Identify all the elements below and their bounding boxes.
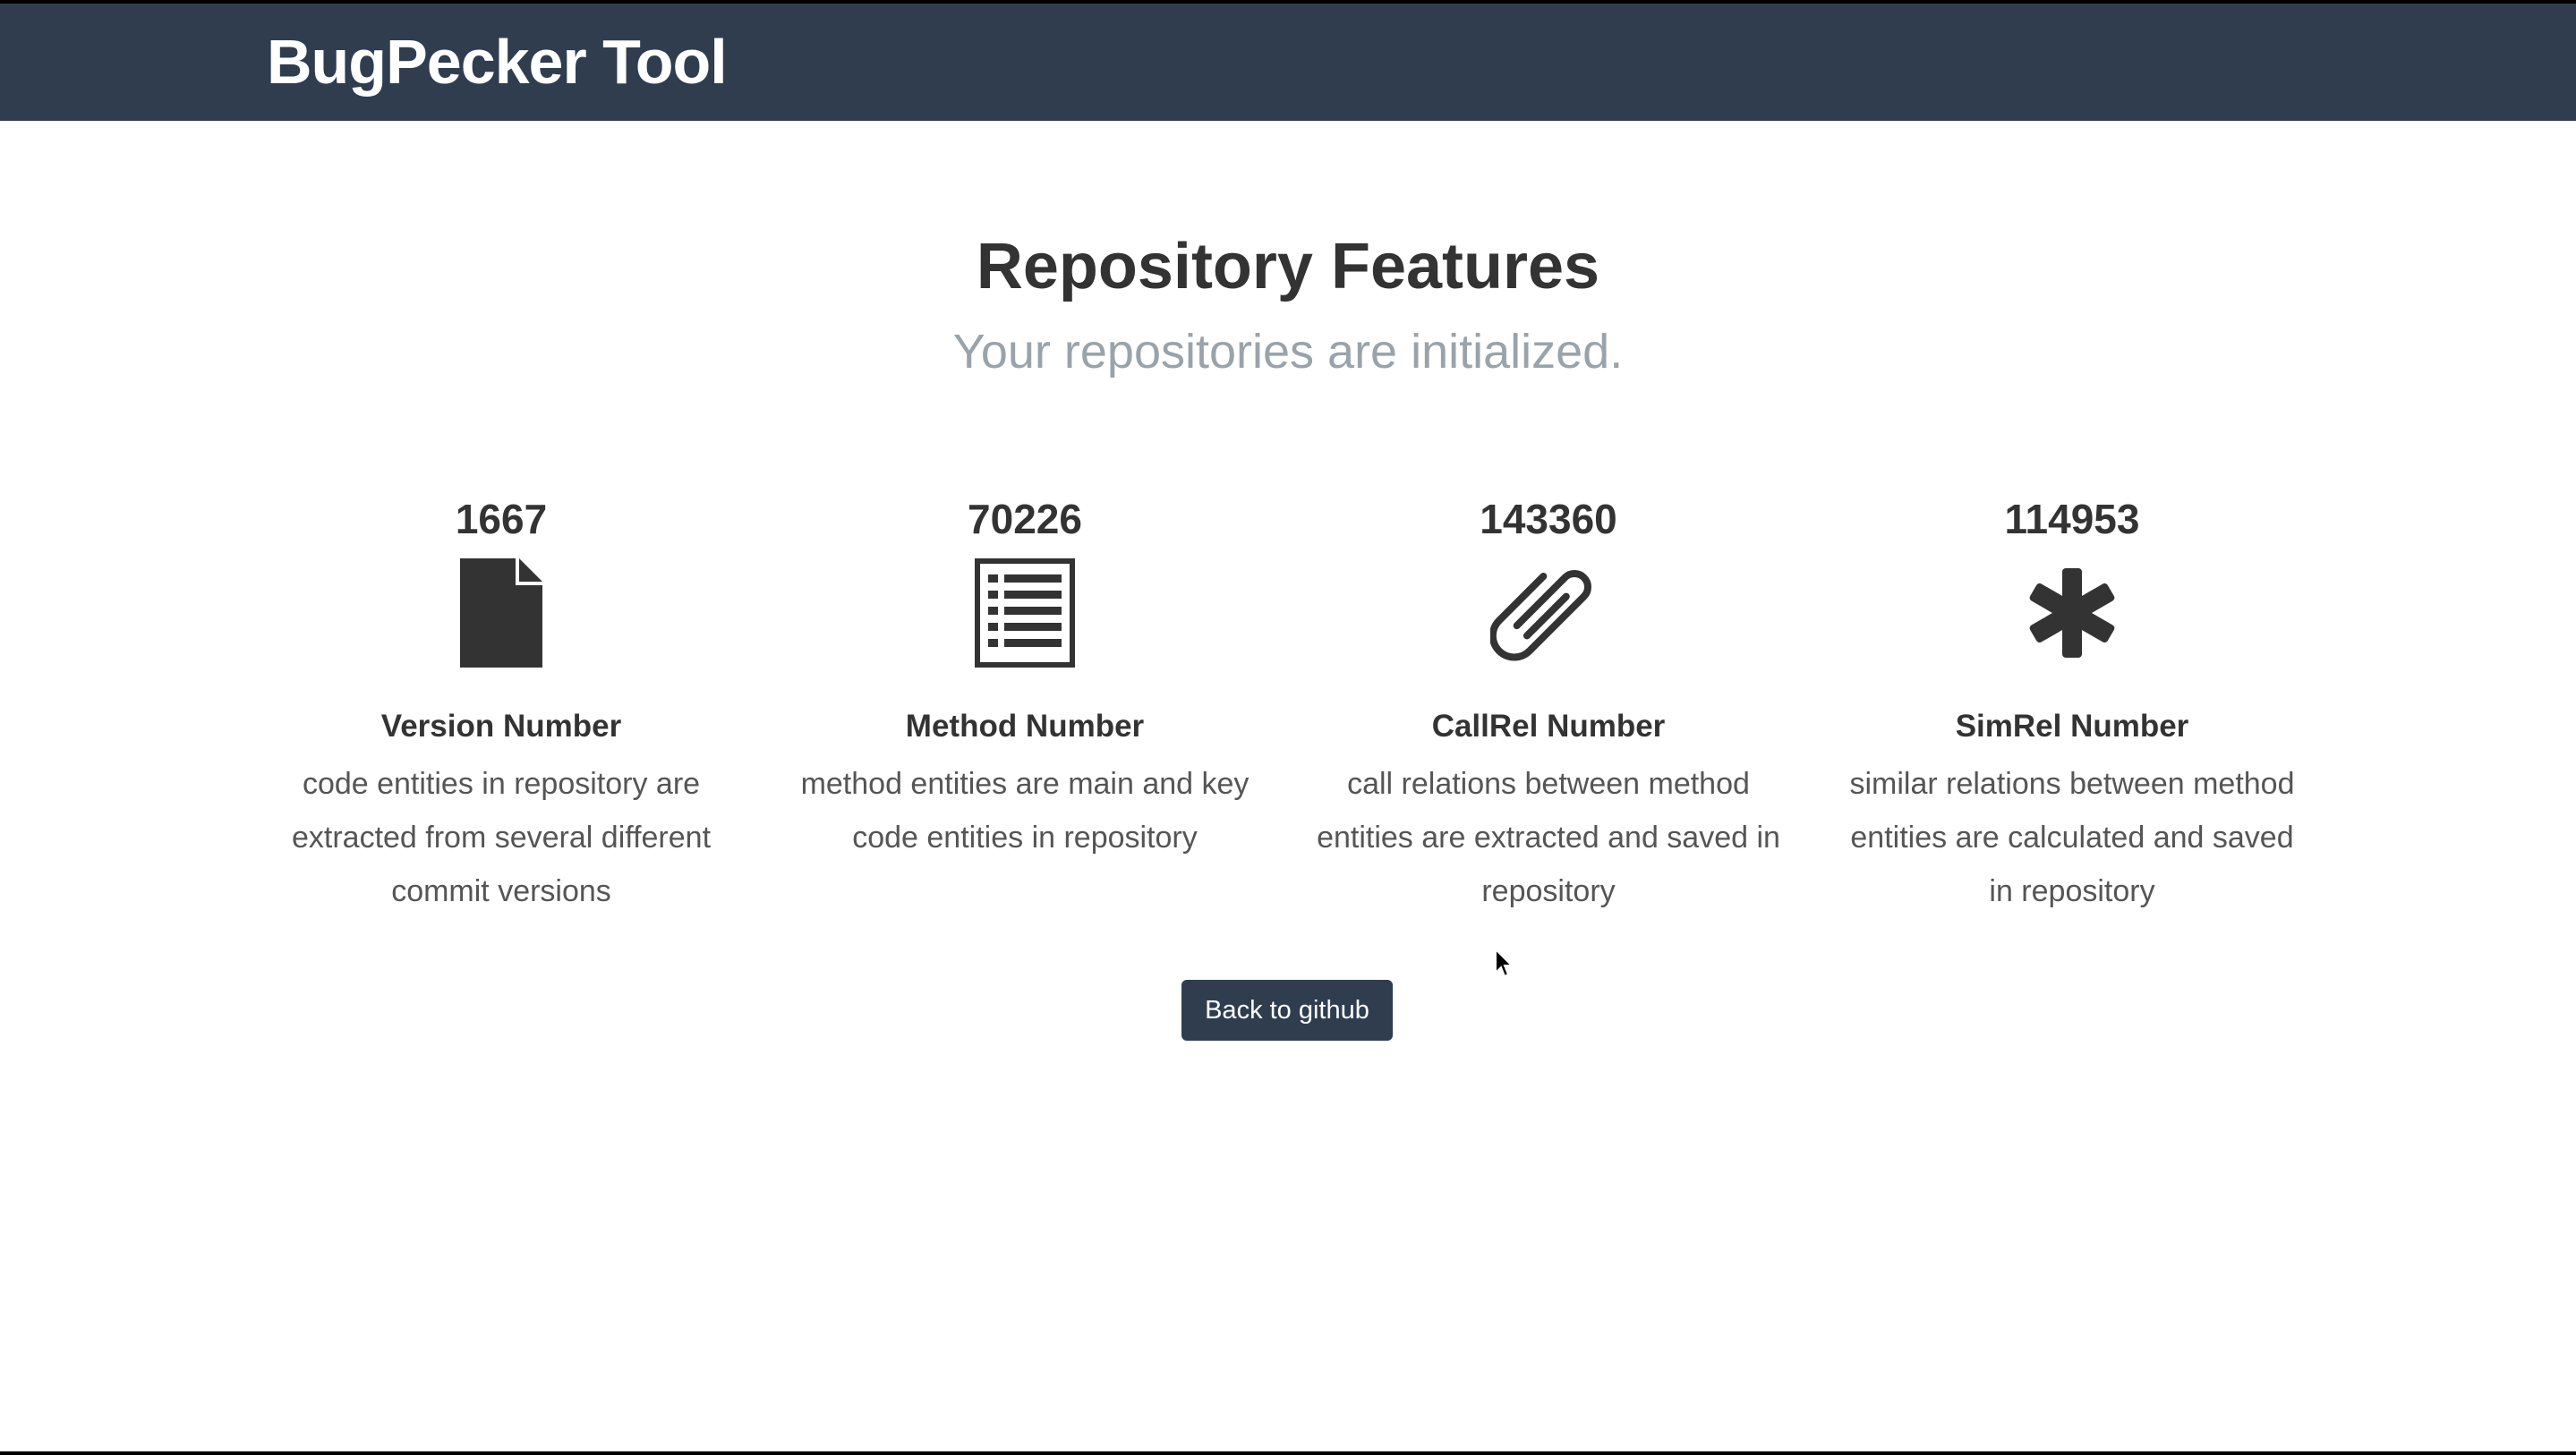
page-subtitle: Your repositories are initialized. <box>952 325 1624 379</box>
mouse-cursor-icon <box>1495 948 1514 978</box>
asterisk-icon <box>1830 557 2314 669</box>
feature-description: similar relations between method entitie… <box>1849 767 2295 908</box>
feature-callrel: 143360 CallRel Number call relations bet… <box>1307 494 1790 918</box>
feature-count: 1667 <box>455 496 548 542</box>
feature-simrel: 114953 SimRel Number similar relations b… <box>1830 494 2314 918</box>
feature-method: 70226 Method Number method entities are … <box>783 494 1267 864</box>
file-icon <box>260 557 743 669</box>
feature-title: CallRel Number <box>1431 709 1666 744</box>
feature-count: 114953 <box>2004 496 2140 542</box>
feature-title: Version Number <box>380 709 622 744</box>
page-title: Repository Features <box>976 231 1600 302</box>
back-to-github-button[interactable]: Back to github <box>1181 980 1393 1041</box>
feature-title: Method Number <box>905 709 1145 744</box>
list-icon <box>783 557 1267 669</box>
page: BugPecker Tool Repository Features Your … <box>0 4 2576 1451</box>
feature-description: method entities are main and key code en… <box>800 767 1250 855</box>
paperclip-icon <box>1307 557 1790 669</box>
feature-version: 1667 Version Number code entities in rep… <box>260 494 743 918</box>
brand-title[interactable]: BugPecker Tool <box>267 30 728 93</box>
screen-frame: BugPecker Tool Repository Features Your … <box>0 0 2576 1455</box>
navbar: BugPecker Tool <box>0 4 2576 121</box>
feature-title: SimRel Number <box>1955 709 2189 744</box>
feature-count: 70226 <box>968 496 1082 542</box>
feature-description: code entities in repository are extracte… <box>291 767 712 908</box>
feature-count: 143360 <box>1480 496 1617 542</box>
feature-description: call relations between method entities a… <box>1317 767 1780 908</box>
